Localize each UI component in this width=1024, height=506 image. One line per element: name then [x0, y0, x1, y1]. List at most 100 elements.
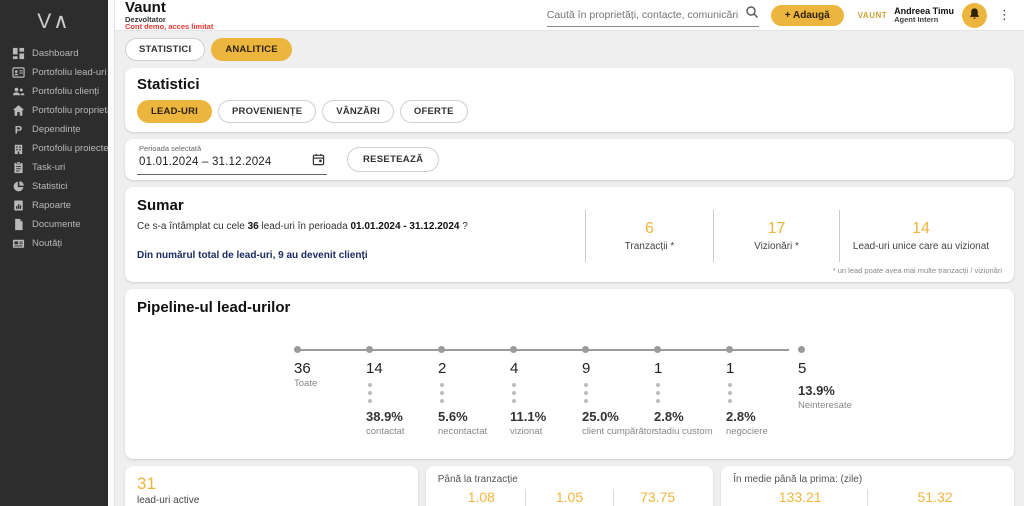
- sidebar-item-label: Portofoliu lead-uri: [32, 67, 107, 78]
- global-search: [546, 3, 759, 27]
- summary-footnote: * un lead poate avea mai multe tranzacți…: [832, 266, 1002, 275]
- subtab-proveniente[interactable]: PROVENIENȚE: [218, 100, 317, 123]
- sidebar-item-lead-portfolio[interactable]: Portofoliu lead-uri: [0, 63, 108, 82]
- vaunt-logo: V∧: [37, 10, 71, 33]
- kebab-menu-icon[interactable]: ⋮: [995, 7, 1014, 23]
- house-icon: [12, 104, 25, 117]
- stage-dot: [510, 346, 517, 353]
- add-button[interactable]: + Adaugă: [770, 4, 844, 26]
- bell-icon: [968, 7, 981, 23]
- search-input[interactable]: [546, 8, 745, 21]
- pipeline-stage-vizionat: 4 11.1% vizionat: [510, 346, 582, 437]
- stage-connector-dots: [438, 377, 510, 409]
- pipeline-stage-client-cumparator: 9 25.0% client cumpărător: [582, 346, 655, 437]
- pie-chart-icon: [12, 180, 25, 193]
- average-until-first-card: În medie până la prima: (zile) 133.21 vi…: [721, 466, 1014, 506]
- sidebar-item-project-portfolio[interactable]: Portofoliu proiecte: [0, 139, 109, 158]
- clipboard-icon: [12, 161, 25, 174]
- stage-dot: [366, 346, 373, 353]
- view-tabs: STATISTICI ANALITICE: [125, 38, 1014, 61]
- period-range-field[interactable]: Perioada selectată 01.01.2024 – 31.12.20…: [137, 143, 327, 175]
- svg-text:P: P: [15, 125, 23, 136]
- pipeline-title: Pipeline-ul lead-urilor: [137, 299, 291, 316]
- content-scrollbar-track[interactable]: [108, 0, 115, 506]
- kpi-phones: 1.05 telefoane: [524, 489, 613, 506]
- top-header: Vaunt Dezvoltator Cont demo, acces limit…: [115, 0, 1024, 31]
- notifications-button[interactable]: [962, 2, 987, 28]
- stage-dot: [438, 346, 445, 353]
- subtab-vanzari[interactable]: VÂNZĂRI: [322, 100, 394, 123]
- active-leads-label: lead-uri active: [137, 495, 200, 506]
- pipeline-stage-necontactat: 2 5.6% necontactat: [438, 346, 510, 437]
- stat-value: 14: [912, 219, 930, 237]
- stat-label: Tranzacții *: [624, 240, 675, 252]
- summary-card: Sumar Ce s-a întâmplat cu cele 36 lead-u…: [125, 187, 1014, 282]
- stat-value: 17: [767, 219, 786, 237]
- calendar-icon[interactable]: [312, 153, 325, 171]
- sidebar-item-label: Dependințe: [32, 124, 81, 135]
- user-menu[interactable]: Andreea Timu Agent Intern: [894, 6, 954, 25]
- user-role: Agent Intern: [894, 14, 939, 24]
- stat-transactions: 6 Tranzacții *: [585, 209, 713, 262]
- subtab-oferte[interactable]: OFERTE: [399, 100, 468, 123]
- kpi-cards-row: 31 lead-uri active Până la tranzacție 1.…: [125, 466, 1014, 506]
- sidebar-item-label: Statistici: [32, 181, 68, 192]
- stage-connector-dots: [366, 377, 438, 409]
- vaunt-brand-mark: VAUNT: [857, 10, 888, 20]
- stage-dot: [798, 346, 805, 353]
- kpi-viewings: 1.08 vizionări: [467, 489, 495, 505]
- active-leads-card: 31 lead-uri active: [125, 466, 418, 506]
- stage-dot: [294, 346, 301, 353]
- sidebar-item-tasks[interactable]: Task-uri: [0, 158, 108, 177]
- sidebar-item-documents[interactable]: Documente: [0, 215, 108, 234]
- sidebar-item-label: Documente: [32, 219, 81, 230]
- search-icon[interactable]: [745, 5, 759, 24]
- card-title: Până la tranzacție: [437, 474, 518, 485]
- statistics-title: Statistici: [137, 76, 200, 93]
- sidebar-item-label: Portofoliu clienți: [32, 86, 100, 97]
- sidebar-item-label: Portofoliu proprietăți: [32, 105, 118, 116]
- stage-connector-dots: [582, 377, 654, 409]
- content: STATISTICI ANALITICE Statistici LEAD-URI…: [115, 31, 1024, 506]
- sidebar-item-label: Noutăți: [32, 238, 63, 249]
- document-icon: [12, 218, 25, 231]
- stage-connector-dots: [726, 377, 798, 409]
- card-title: În medie până la prima: (zile): [733, 474, 863, 485]
- dashboard-icon: [12, 47, 25, 60]
- sidebar-item-property-portfolio[interactable]: Portofoliu proprietăți: [0, 101, 117, 120]
- period-card: Perioada selectată 01.01.2024 – 31.12.20…: [125, 139, 1014, 180]
- pipeline-stage-toate: 36 Toate: [294, 346, 366, 437]
- sidebar-item-label: Dashboard: [32, 48, 79, 59]
- sidebar-item-dashboard[interactable]: Dashboard: [0, 44, 108, 63]
- tab-analitice[interactable]: ANALITICE: [211, 38, 292, 61]
- app-window: V∧ Dashboard Portofoliu lead-uri Portofo…: [0, 0, 1024, 506]
- summary-question: Ce s-a întâmplat cu cele 36 lead-uri în …: [137, 221, 468, 232]
- stage-connector-dots: [510, 377, 582, 409]
- clients-people-icon: [12, 85, 25, 98]
- letter-p-icon: P: [12, 123, 25, 136]
- statistics-card: Statistici LEAD-URI PROVENIENȚE VÂNZĂRI …: [125, 68, 1014, 132]
- stat-label: Lead-uri unice care au vizionat: [852, 240, 990, 252]
- account-title-block: Vaunt Dezvoltator Cont demo, acces limit…: [125, 0, 213, 31]
- stat-label: Vizionări *: [754, 240, 799, 252]
- stage-dot: [726, 346, 733, 353]
- kpi-emails: 73.75 email-uri: [613, 489, 701, 506]
- reset-button[interactable]: RESETEAZĂ: [347, 146, 440, 172]
- sidebar-item-news[interactable]: Noutăți: [0, 234, 108, 253]
- sidebar-item-label: Task-uri: [32, 162, 66, 173]
- sidebar-item-reports[interactable]: Rapoarte: [0, 196, 108, 215]
- page-title: Vaunt: [125, 0, 166, 16]
- tab-statistici[interactable]: STATISTICI: [125, 38, 206, 61]
- report-icon: [12, 199, 25, 212]
- period-field-label: Perioada selectată: [139, 144, 202, 153]
- sidebar-item-label: Rapoarte: [32, 200, 72, 211]
- main-area: Vaunt Dezvoltator Cont demo, acces limit…: [115, 0, 1024, 506]
- sidebar-item-dependencies[interactable]: P Dependințe: [0, 120, 108, 139]
- stage-dot: [582, 346, 589, 353]
- pipeline-card: Pipeline-ul lead-urilor 36 Toate 14 38.9…: [125, 289, 1014, 459]
- sidebar-item-statistics[interactable]: Statistici: [0, 177, 108, 196]
- subtab-lead-uri[interactable]: LEAD-URI: [137, 100, 212, 123]
- summary-title: Sumar: [137, 197, 184, 214]
- sidebar-item-client-portfolio[interactable]: Portofoliu clienți: [0, 82, 108, 101]
- pipeline-stage-stadiu-custom: 1 2.8% stadiu custom: [654, 346, 726, 437]
